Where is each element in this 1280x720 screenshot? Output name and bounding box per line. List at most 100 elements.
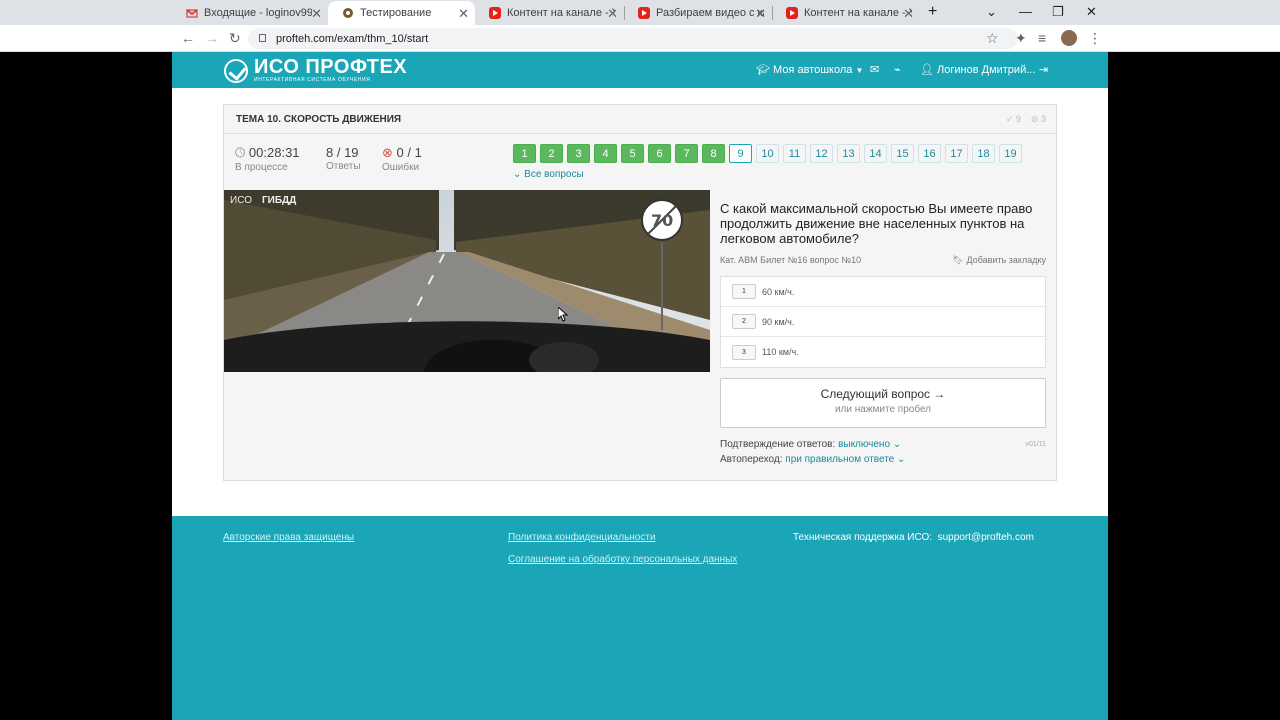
confirm-toggle[interactable]: выключено ⌄	[838, 439, 901, 450]
minimize-icon[interactable]: —	[1019, 4, 1032, 19]
version-label: v01/11	[1025, 441, 1047, 448]
back-icon[interactable]: ←	[181, 30, 195, 46]
question-button[interactable]: 6	[648, 144, 671, 163]
question-button-current[interactable]: 9	[729, 144, 752, 163]
answer-option[interactable]: 2 90 км/ч.	[721, 307, 1045, 337]
question-button[interactable]: 13	[837, 144, 860, 163]
tab-label: Контент на канале - YouTube	[507, 7, 615, 19]
tab-youtube-1[interactable]: Контент на канале - YouTube ✕	[475, 1, 624, 25]
clock-icon: 🕓︎	[235, 145, 246, 160]
menu-icon[interactable]: ⋮	[1088, 30, 1102, 47]
logout-icon[interactable]: ⇥	[1039, 63, 1048, 76]
question-button[interactable]: 18	[972, 144, 995, 163]
close-icon[interactable]: ✕	[903, 6, 914, 22]
answer-number: 2	[732, 314, 756, 329]
gmail-icon	[186, 9, 198, 18]
user-icon: 👤︎	[920, 64, 934, 76]
question-image: 70 ИСО ГИБДД	[224, 190, 710, 372]
answer-number: 1	[732, 284, 756, 299]
graduation-cap-icon: 🎓︎	[756, 64, 770, 76]
question-button[interactable]: 14	[864, 144, 887, 163]
tab-search-icon[interactable]: ⌄	[986, 4, 997, 20]
question-button[interactable]: 19	[999, 144, 1022, 163]
question-button[interactable]: 5	[621, 144, 644, 163]
add-bookmark-button[interactable]: 🔖︎ Добавить закладку	[953, 255, 1046, 266]
mouse-cursor-icon	[558, 307, 568, 322]
url-field[interactable]: profteh.com/exam/thm_10/start	[248, 28, 1018, 49]
star-icon[interactable]: ☆	[986, 30, 999, 47]
panel-header: ТЕМА 10. СКОРОСТЬ ДВИЖЕНИЯ ✓ 9 ⊘ 3	[224, 105, 1056, 134]
my-school-menu[interactable]: 🎓︎ Моя автошкола ▼	[756, 63, 863, 76]
logo-title: ИСО ПРОФТЕХ	[254, 56, 408, 78]
topic-title: ТЕМА 10. СКОРОСТЬ ДВИЖЕНИЯ	[236, 114, 402, 125]
question-button[interactable]: 10	[756, 144, 779, 163]
close-icon[interactable]: ✕	[458, 6, 469, 22]
answer-text: 60 км/ч.	[762, 286, 795, 297]
sign-value: 70	[651, 211, 673, 230]
exam-settings: Подтверждение ответов: выключено ⌄ Автоп…	[720, 437, 1046, 467]
privacy-link[interactable]: Политика конфиденциальности	[508, 532, 656, 543]
question-button[interactable]: 7	[675, 144, 698, 163]
next-question-button[interactable]: Следующий вопрос → или нажмите пробел	[720, 378, 1046, 428]
image-tag-iso: ИСО	[230, 195, 252, 206]
confirm-value: выключено	[838, 439, 891, 450]
address-bar: ← → ↻ profteh.com/exam/thm_10/start ☆ ✦ …	[0, 25, 1280, 52]
image-tag-gibdd: ГИБДД	[262, 195, 296, 206]
close-icon[interactable]: ✕	[755, 6, 766, 22]
tab-youtube-3[interactable]: Контент на канале - YouTube ✕	[772, 1, 920, 25]
chart-icon[interactable]: ⌁	[894, 63, 901, 76]
question-button[interactable]: 12	[810, 144, 833, 163]
forward-icon[interactable]: →	[205, 30, 219, 46]
site-header: ИСО ПРОФТЕХ ИНТЕРАКТИВНАЯ СИСТЕМА ОБУЧЕН…	[172, 52, 1108, 88]
question-button[interactable]: 16	[918, 144, 941, 163]
question-button[interactable]: 11	[783, 144, 806, 163]
question-button[interactable]: 2	[540, 144, 563, 163]
autoskip-value: при правильном ответе	[785, 454, 895, 465]
logo[interactable]: ИСО ПРОФТЕХ ИНТЕРАКТИВНАЯ СИСТЕМА ОБУЧЕН…	[224, 57, 407, 84]
youtube-icon	[489, 7, 501, 19]
tab-testing[interactable]: Тестирование ✕	[328, 1, 475, 25]
user-menu[interactable]: 👤︎ Логинов Дмитрий...	[920, 63, 1035, 76]
correct-count: 9	[1015, 114, 1021, 124]
answer-text: 110 км/ч.	[762, 347, 799, 357]
wrong-count: 3	[1040, 114, 1046, 124]
question-area: С какой максимальной скоростью Вы имеете…	[720, 201, 1046, 467]
avatar[interactable]	[1061, 30, 1077, 46]
reload-icon[interactable]: ↻	[229, 30, 241, 47]
agreement-link[interactable]: Соглашение на обработку персональных дан…	[508, 554, 737, 565]
support-info: Техническая поддержка ИСО: support@proft…	[793, 532, 1034, 543]
question-button[interactable]: 4	[594, 144, 617, 163]
extensions-icon[interactable]: ✦	[1015, 30, 1027, 47]
answer-option[interactable]: 3 110 км/ч.	[721, 337, 1045, 367]
ban-icon: ⊘	[1030, 114, 1039, 124]
answers-stat: 8 / 19 Ответы	[326, 145, 361, 172]
media-icon[interactable]: ≡	[1038, 30, 1046, 46]
tab-label: Разбираем видео с канала	[656, 7, 764, 19]
question-button[interactable]: 3	[567, 144, 590, 163]
timer-value: 00:28:31	[248, 145, 300, 160]
restore-icon[interactable]: ❐	[1052, 4, 1064, 20]
errors-stat: ⊗ 0 / 1 Ошибки	[382, 145, 422, 173]
question-button[interactable]: 17	[945, 144, 968, 163]
ticket-info: Кат. АВМ Билет №16 вопрос №10	[720, 255, 862, 265]
new-tab-icon[interactable]: +	[928, 3, 937, 21]
answer-text: 90 км/ч.	[762, 316, 795, 327]
close-icon[interactable]: ✕	[607, 6, 618, 22]
answer-option[interactable]: 1 60 км/ч.	[721, 277, 1045, 307]
next-question-label: Следующий вопрос →	[820, 387, 946, 401]
question-button[interactable]: 15	[891, 144, 914, 163]
tab-youtube-2[interactable]: Разбираем видео с канала ✕	[624, 1, 772, 25]
autoskip-toggle[interactable]: при правильном ответе ⌄	[785, 454, 905, 465]
question-button[interactable]: 1	[513, 144, 536, 163]
answers-value: 8 / 19	[326, 145, 359, 160]
copyright-link[interactable]: Авторские права защищены	[223, 532, 354, 543]
support-email[interactable]: support@profteh.com	[938, 532, 1034, 543]
mail-icon[interactable]: ✉	[870, 63, 879, 76]
question-button[interactable]: 8	[702, 144, 725, 163]
answer-number: 3	[732, 344, 756, 360]
chevron-down-icon: ▼	[855, 66, 864, 75]
all-questions-link[interactable]: ⌄ Все вопросы	[513, 169, 584, 180]
close-window-icon[interactable]: ✕	[1086, 4, 1097, 20]
close-icon[interactable]: ✕	[311, 6, 322, 22]
tab-gmail[interactable]: Входящие - loginov999@ ✕	[172, 1, 328, 25]
